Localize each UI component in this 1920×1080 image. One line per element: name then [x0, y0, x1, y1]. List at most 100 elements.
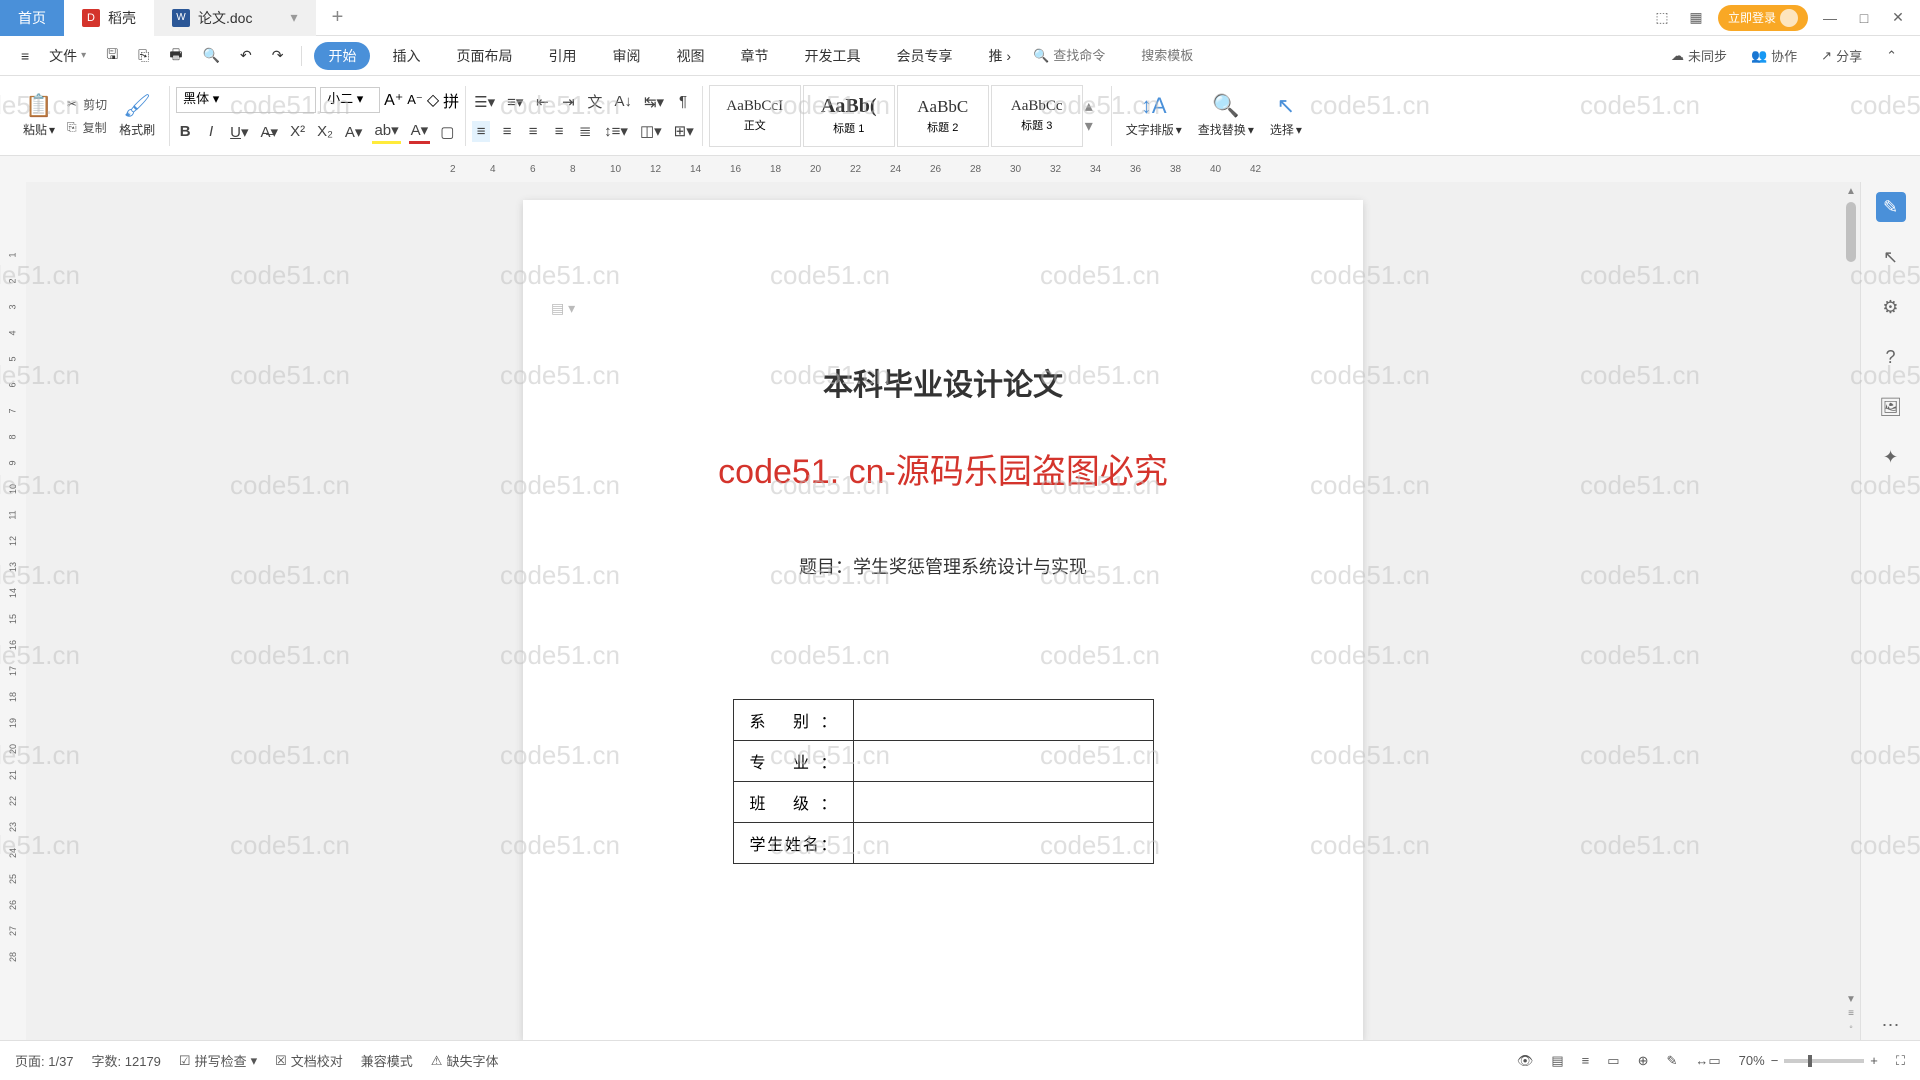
- page-nav-icon[interactable]: ◦: [1844, 1022, 1858, 1036]
- font-size-select[interactable]: 小二 ▾: [320, 87, 380, 113]
- coop-button[interactable]: 👥协作: [1743, 46, 1805, 65]
- sidepanel-pen-icon[interactable]: ✎: [1876, 192, 1906, 222]
- char-border-button[interactable]: ▢: [438, 121, 456, 143]
- ribbon-tab-review[interactable]: 审阅: [598, 40, 654, 72]
- superscript-button[interactable]: X²: [288, 121, 307, 142]
- tab-menu-icon[interactable]: ▾: [290, 9, 297, 26]
- collapse-ribbon-icon[interactable]: ⌃: [1878, 48, 1905, 64]
- zoom-level[interactable]: 70%: [1739, 1053, 1765, 1068]
- close-button[interactable]: ✕: [1886, 6, 1910, 30]
- text-effect-button[interactable]: A▾: [343, 121, 365, 143]
- sync-status[interactable]: ☁未同步: [1663, 46, 1735, 65]
- bold-button[interactable]: B: [176, 121, 194, 142]
- show-marks-button[interactable]: ¶: [674, 91, 692, 112]
- style-h2[interactable]: AaBbC标题 2: [897, 85, 989, 147]
- format-painter[interactable]: 🖌 格式刷: [111, 81, 163, 151]
- clear-format-icon[interactable]: ◇: [427, 90, 439, 110]
- redo-icon[interactable]: ↷: [266, 43, 290, 68]
- shrink-font-icon[interactable]: A⁻: [407, 92, 423, 108]
- maximize-button[interactable]: □: [1852, 6, 1876, 30]
- fit-width-icon[interactable]: ↔▭: [1695, 1053, 1720, 1069]
- page-up-icon[interactable]: ≡: [1844, 1008, 1858, 1022]
- document-page[interactable]: ▤ ▾ 本科毕业设计论文 code51. cn-源码乐园盗图必究 题目：学生奖惩…: [523, 200, 1363, 1040]
- zoom-in-button[interactable]: +: [1870, 1053, 1878, 1068]
- style-more-button[interactable]: ▴▾: [1085, 85, 1105, 147]
- numbering-button[interactable]: ≡▾: [505, 91, 525, 113]
- tab-home[interactable]: 首页: [0, 0, 64, 36]
- highlight-button[interactable]: ab▾: [372, 119, 400, 144]
- select-button[interactable]: ↖选择▾: [1262, 81, 1310, 151]
- new-tab-button[interactable]: +: [326, 6, 350, 30]
- line-spacing-button[interactable]: ↕≡▾: [602, 120, 630, 142]
- command-search[interactable]: 🔍: [1033, 48, 1133, 64]
- text-layout-button[interactable]: ↕A文字排版▾: [1118, 81, 1190, 151]
- sort-button[interactable]: A↓: [612, 91, 634, 112]
- align-center-button[interactable]: ≡: [498, 121, 516, 142]
- field-name-value[interactable]: [853, 823, 1153, 864]
- paste-group[interactable]: 📋 粘贴▾: [15, 81, 63, 151]
- undo-icon[interactable]: ↶: [234, 43, 258, 68]
- tab-button[interactable]: ↹▾: [642, 91, 666, 113]
- zoom-out-button[interactable]: −: [1771, 1053, 1779, 1068]
- sidepanel-help-icon[interactable]: ?: [1876, 342, 1906, 372]
- bullets-button[interactable]: ☰▾: [472, 91, 497, 113]
- scroll-down-icon[interactable]: ▼: [1844, 994, 1858, 1008]
- ribbon-tab-view[interactable]: 视图: [662, 40, 718, 72]
- strike-button[interactable]: A̶▾: [259, 121, 281, 143]
- file-menu[interactable]: 文件▾: [43, 42, 92, 70]
- login-button[interactable]: 立即登录: [1718, 5, 1808, 31]
- distribute-button[interactable]: ≣: [576, 120, 594, 142]
- export-icon[interactable]: ⎘: [132, 43, 155, 68]
- header-toggle-icon[interactable]: ▤ ▾: [551, 300, 575, 317]
- copy-button[interactable]: ⎘ 复制: [67, 119, 107, 136]
- cut-button[interactable]: ✂ 剪切: [67, 96, 107, 113]
- style-body[interactable]: AaBbCcI正文: [709, 85, 801, 147]
- ribbon-tab-chapter[interactable]: 章节: [726, 40, 782, 72]
- ribbon-tab-reference[interactable]: 引用: [534, 40, 590, 72]
- align-right-button[interactable]: ≡: [524, 121, 542, 142]
- canvas[interactable]: ▤ ▾ 本科毕业设计论文 code51. cn-源码乐园盗图必究 题目：学生奖惩…: [26, 182, 1860, 1040]
- view-web-icon[interactable]: ⊕: [1638, 1053, 1649, 1069]
- phonetic-icon[interactable]: 拼: [443, 88, 459, 112]
- ribbon-tab-devtools[interactable]: 开发工具: [790, 40, 874, 72]
- ruler-vertical[interactable]: 1234567891011121314151617181920212223242…: [0, 182, 26, 1040]
- hamburger-icon[interactable]: ≡: [15, 44, 35, 68]
- font-family-select[interactable]: 黑体 ▾: [176, 87, 316, 113]
- style-h1[interactable]: AaBb(标题 1: [803, 85, 895, 147]
- find-replace-button[interactable]: 🔍查找替换▾: [1190, 81, 1262, 151]
- italic-button[interactable]: I: [202, 121, 220, 142]
- ribbon-tab-layout[interactable]: 页面布局: [442, 40, 526, 72]
- missing-fonts[interactable]: ⚠ 缺失字体: [431, 1051, 499, 1070]
- field-major-value[interactable]: [853, 741, 1153, 782]
- sidepanel-cursor-icon[interactable]: ↖: [1876, 242, 1906, 272]
- apps-icon[interactable]: ▦: [1684, 6, 1708, 30]
- sidepanel-more-icon[interactable]: ⋯: [1876, 1010, 1906, 1040]
- decrease-indent-button[interactable]: ⇤: [533, 91, 551, 113]
- align-left-button[interactable]: ≡: [472, 121, 490, 142]
- font-color-button[interactable]: A▾: [409, 119, 431, 144]
- field-dept-value[interactable]: [853, 700, 1153, 741]
- eye-mode-icon[interactable]: 👁: [1517, 1053, 1534, 1069]
- fullscreen-icon[interactable]: ⛶: [1896, 1053, 1905, 1069]
- shading-button[interactable]: ◫▾: [638, 120, 664, 142]
- tab-daoke[interactable]: D稻壳: [64, 0, 154, 36]
- field-class-value[interactable]: [853, 782, 1153, 823]
- view-outline-icon[interactable]: ≡: [1582, 1053, 1590, 1068]
- tab-document[interactable]: W论文.doc▾: [154, 0, 316, 36]
- view-page-icon[interactable]: ▤: [1551, 1053, 1563, 1069]
- sidepanel-settings-icon[interactable]: ⚙: [1876, 292, 1906, 322]
- asian-layout-button[interactable]: 文: [585, 89, 604, 114]
- subscript-button[interactable]: X₂: [315, 121, 335, 142]
- increase-indent-button[interactable]: ⇥: [559, 91, 577, 113]
- borders-button[interactable]: ⊞▾: [672, 120, 696, 142]
- align-justify-button[interactable]: ≡: [550, 121, 568, 142]
- template-search[interactable]: [1141, 48, 1221, 63]
- spell-check-toggle[interactable]: ☑ 拼写检查 ▾: [179, 1051, 257, 1070]
- print-icon[interactable]: 🖶: [163, 40, 188, 72]
- command-search-input[interactable]: [1053, 48, 1133, 63]
- style-h3[interactable]: AaBbCc标题 3: [991, 85, 1083, 147]
- word-count[interactable]: 字数: 12179: [92, 1051, 161, 1070]
- sidepanel-image-icon[interactable]: 🖼: [1876, 392, 1906, 422]
- ruler-horizontal[interactable]: 24681012141618202224262830323436384042: [0, 156, 1920, 182]
- page-indicator[interactable]: 页面: 1/37: [15, 1051, 74, 1070]
